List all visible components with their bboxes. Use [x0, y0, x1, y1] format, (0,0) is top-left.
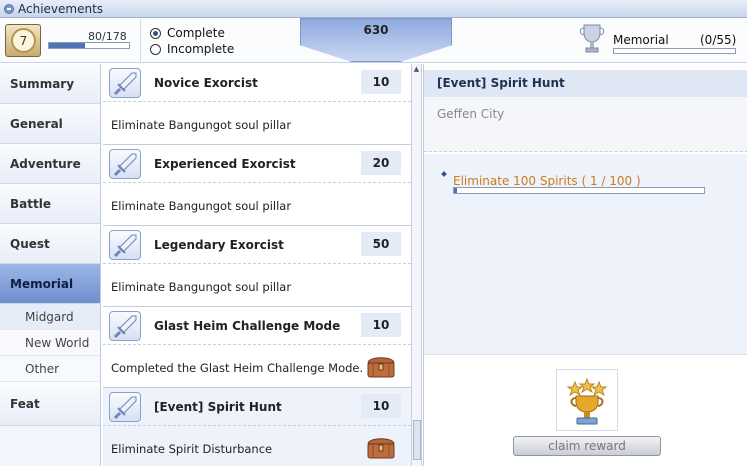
- achievement-description: Eliminate Bangungot soul pillar: [111, 199, 292, 213]
- objective-bullet-icon: [441, 171, 447, 177]
- memorial-count: (0/55): [700, 33, 737, 47]
- achievement-row[interactable]: Legendary Exorcist 50 Eliminate Bangungot …: [103, 226, 411, 307]
- sword-icon: [109, 68, 141, 98]
- achievement-score: 630: [363, 23, 389, 37]
- achievement-points: 50: [361, 232, 401, 256]
- achievement-name: Novice Exorcist: [154, 76, 258, 90]
- achievement-description: Eliminate Bangungot soul pillar: [111, 280, 292, 294]
- filter-complete-label: Complete: [167, 26, 225, 40]
- filter-incomplete[interactable]: Incomplete: [150, 42, 234, 56]
- sidebar-item-battle[interactable]: Battle: [0, 184, 100, 224]
- achievement-row[interactable]: Glast Heim Challenge Mode 10 Completed the…: [103, 307, 411, 388]
- memorial-label: Memorial: [613, 33, 669, 47]
- achievement-header-row: Legendary Exorcist 50: [103, 226, 411, 264]
- sidebar-subitem-new-world[interactable]: New World: [0, 330, 100, 356]
- achievement-name: Glast Heim Challenge Mode: [154, 319, 341, 333]
- achievement-description: Eliminate Spirit Disturbance: [111, 442, 273, 456]
- objective-progress-bar: [453, 187, 705, 194]
- radio-complete-icon[interactable]: [150, 27, 161, 39]
- category-sidebar: Summary General Adventure Battle Quest M…: [0, 64, 101, 466]
- sidebar-item-memorial[interactable]: Memorial: [0, 264, 100, 304]
- sidebar-subitem-other[interactable]: Other: [0, 356, 100, 382]
- filter-incomplete-label: Incomplete: [167, 42, 235, 56]
- minimize-icon[interactable]: [4, 3, 14, 14]
- level-number: 7: [11, 28, 36, 53]
- achievement-header-row: Glast Heim Challenge Mode 10: [103, 307, 411, 345]
- list-scrollbar[interactable]: ▲: [411, 64, 422, 466]
- sidebar-item-adventure[interactable]: Adventure: [0, 144, 100, 184]
- sword-icon: [109, 311, 141, 341]
- achievement-detail-panel: [Event] Spirit Hunt Geffen City Eliminat…: [423, 64, 747, 466]
- sidebar-item-general[interactable]: General: [0, 104, 100, 144]
- sword-icon: [109, 392, 141, 422]
- sidebar-subitem-midgard[interactable]: Midgard: [0, 304, 100, 330]
- level-badge: 7: [5, 24, 41, 57]
- trophy-reward-icon: [566, 377, 608, 425]
- achievement-points: 20: [361, 151, 401, 175]
- detail-header: [Event] Spirit Hunt Geffen City: [424, 70, 747, 152]
- treasure-chest-icon[interactable]: [365, 353, 397, 379]
- radio-incomplete-icon[interactable]: [150, 43, 161, 55]
- window-title: Achievements: [18, 1, 104, 16]
- memorial-progress-bar: [613, 48, 736, 54]
- sidebar-item-feat[interactable]: Feat: [0, 382, 100, 426]
- objective-text: Eliminate 100 Spirits ( 1 / 100 ): [453, 174, 641, 188]
- sidebar-item-quest[interactable]: Quest: [0, 224, 100, 264]
- achievement-name: Legendary Exorcist: [154, 238, 284, 252]
- achievement-list: Novice Exorcist 10 Eliminate Bangungot sou…: [103, 64, 411, 466]
- detail-title: [Event] Spirit Hunt: [437, 76, 565, 90]
- scroll-up-icon[interactable]: ▲: [412, 64, 421, 74]
- achievement-header-row: Experienced Exorcist 20: [103, 145, 411, 183]
- achievement-header: 7 80/178 Complete Incomplete 630 Memoria…: [0, 18, 747, 63]
- treasure-chest-icon[interactable]: [365, 434, 397, 460]
- achievement-header-row: Novice Exorcist 10: [103, 64, 411, 102]
- detail-title-bar: [Event] Spirit Hunt: [424, 70, 747, 97]
- window-titlebar: Achievements: [0, 0, 747, 18]
- scroll-thumb[interactable]: [413, 420, 421, 460]
- level-progress-bar: [48, 42, 130, 49]
- detail-objectives: Eliminate 100 Spirits ( 1 / 100 ): [424, 154, 747, 354]
- detail-location: Geffen City: [437, 107, 505, 121]
- sword-icon: [109, 149, 141, 179]
- sidebar-item-summary[interactable]: Summary: [0, 64, 100, 104]
- achievement-points: 10: [361, 70, 401, 94]
- sword-icon: [109, 230, 141, 260]
- trophy-icon: [579, 24, 605, 53]
- achievement-description: Eliminate Bangungot soul pillar: [111, 118, 292, 132]
- claim-reward-button[interactable]: claim reward: [513, 436, 661, 456]
- reward-item[interactable]: [556, 369, 618, 431]
- achievement-row[interactable]: Novice Exorcist 10 Eliminate Bangungot sou…: [103, 64, 411, 145]
- filter-complete[interactable]: Complete: [150, 26, 225, 40]
- header-divider: [140, 19, 141, 63]
- achievement-description: Completed the Glast Heim Challenge Mode.: [111, 361, 364, 375]
- achievement-row[interactable]: [Event] Spirit Hunt 10 Eliminate Spirit Di…: [103, 388, 411, 466]
- achievement-name: Experienced Exorcist: [154, 157, 296, 171]
- achievement-points: 10: [361, 313, 401, 337]
- score-banner: 630: [300, 18, 452, 62]
- achievement-row[interactable]: Experienced Exorcist 20 Eliminate Bangungo…: [103, 145, 411, 226]
- achievement-header-row: [Event] Spirit Hunt 10: [103, 388, 411, 426]
- level-progress-fill: [49, 43, 85, 48]
- reward-section: claim reward: [424, 354, 747, 466]
- objective-progress-fill: [454, 188, 457, 193]
- achievement-name: [Event] Spirit Hunt: [154, 400, 282, 414]
- achievement-points: 10: [361, 394, 401, 418]
